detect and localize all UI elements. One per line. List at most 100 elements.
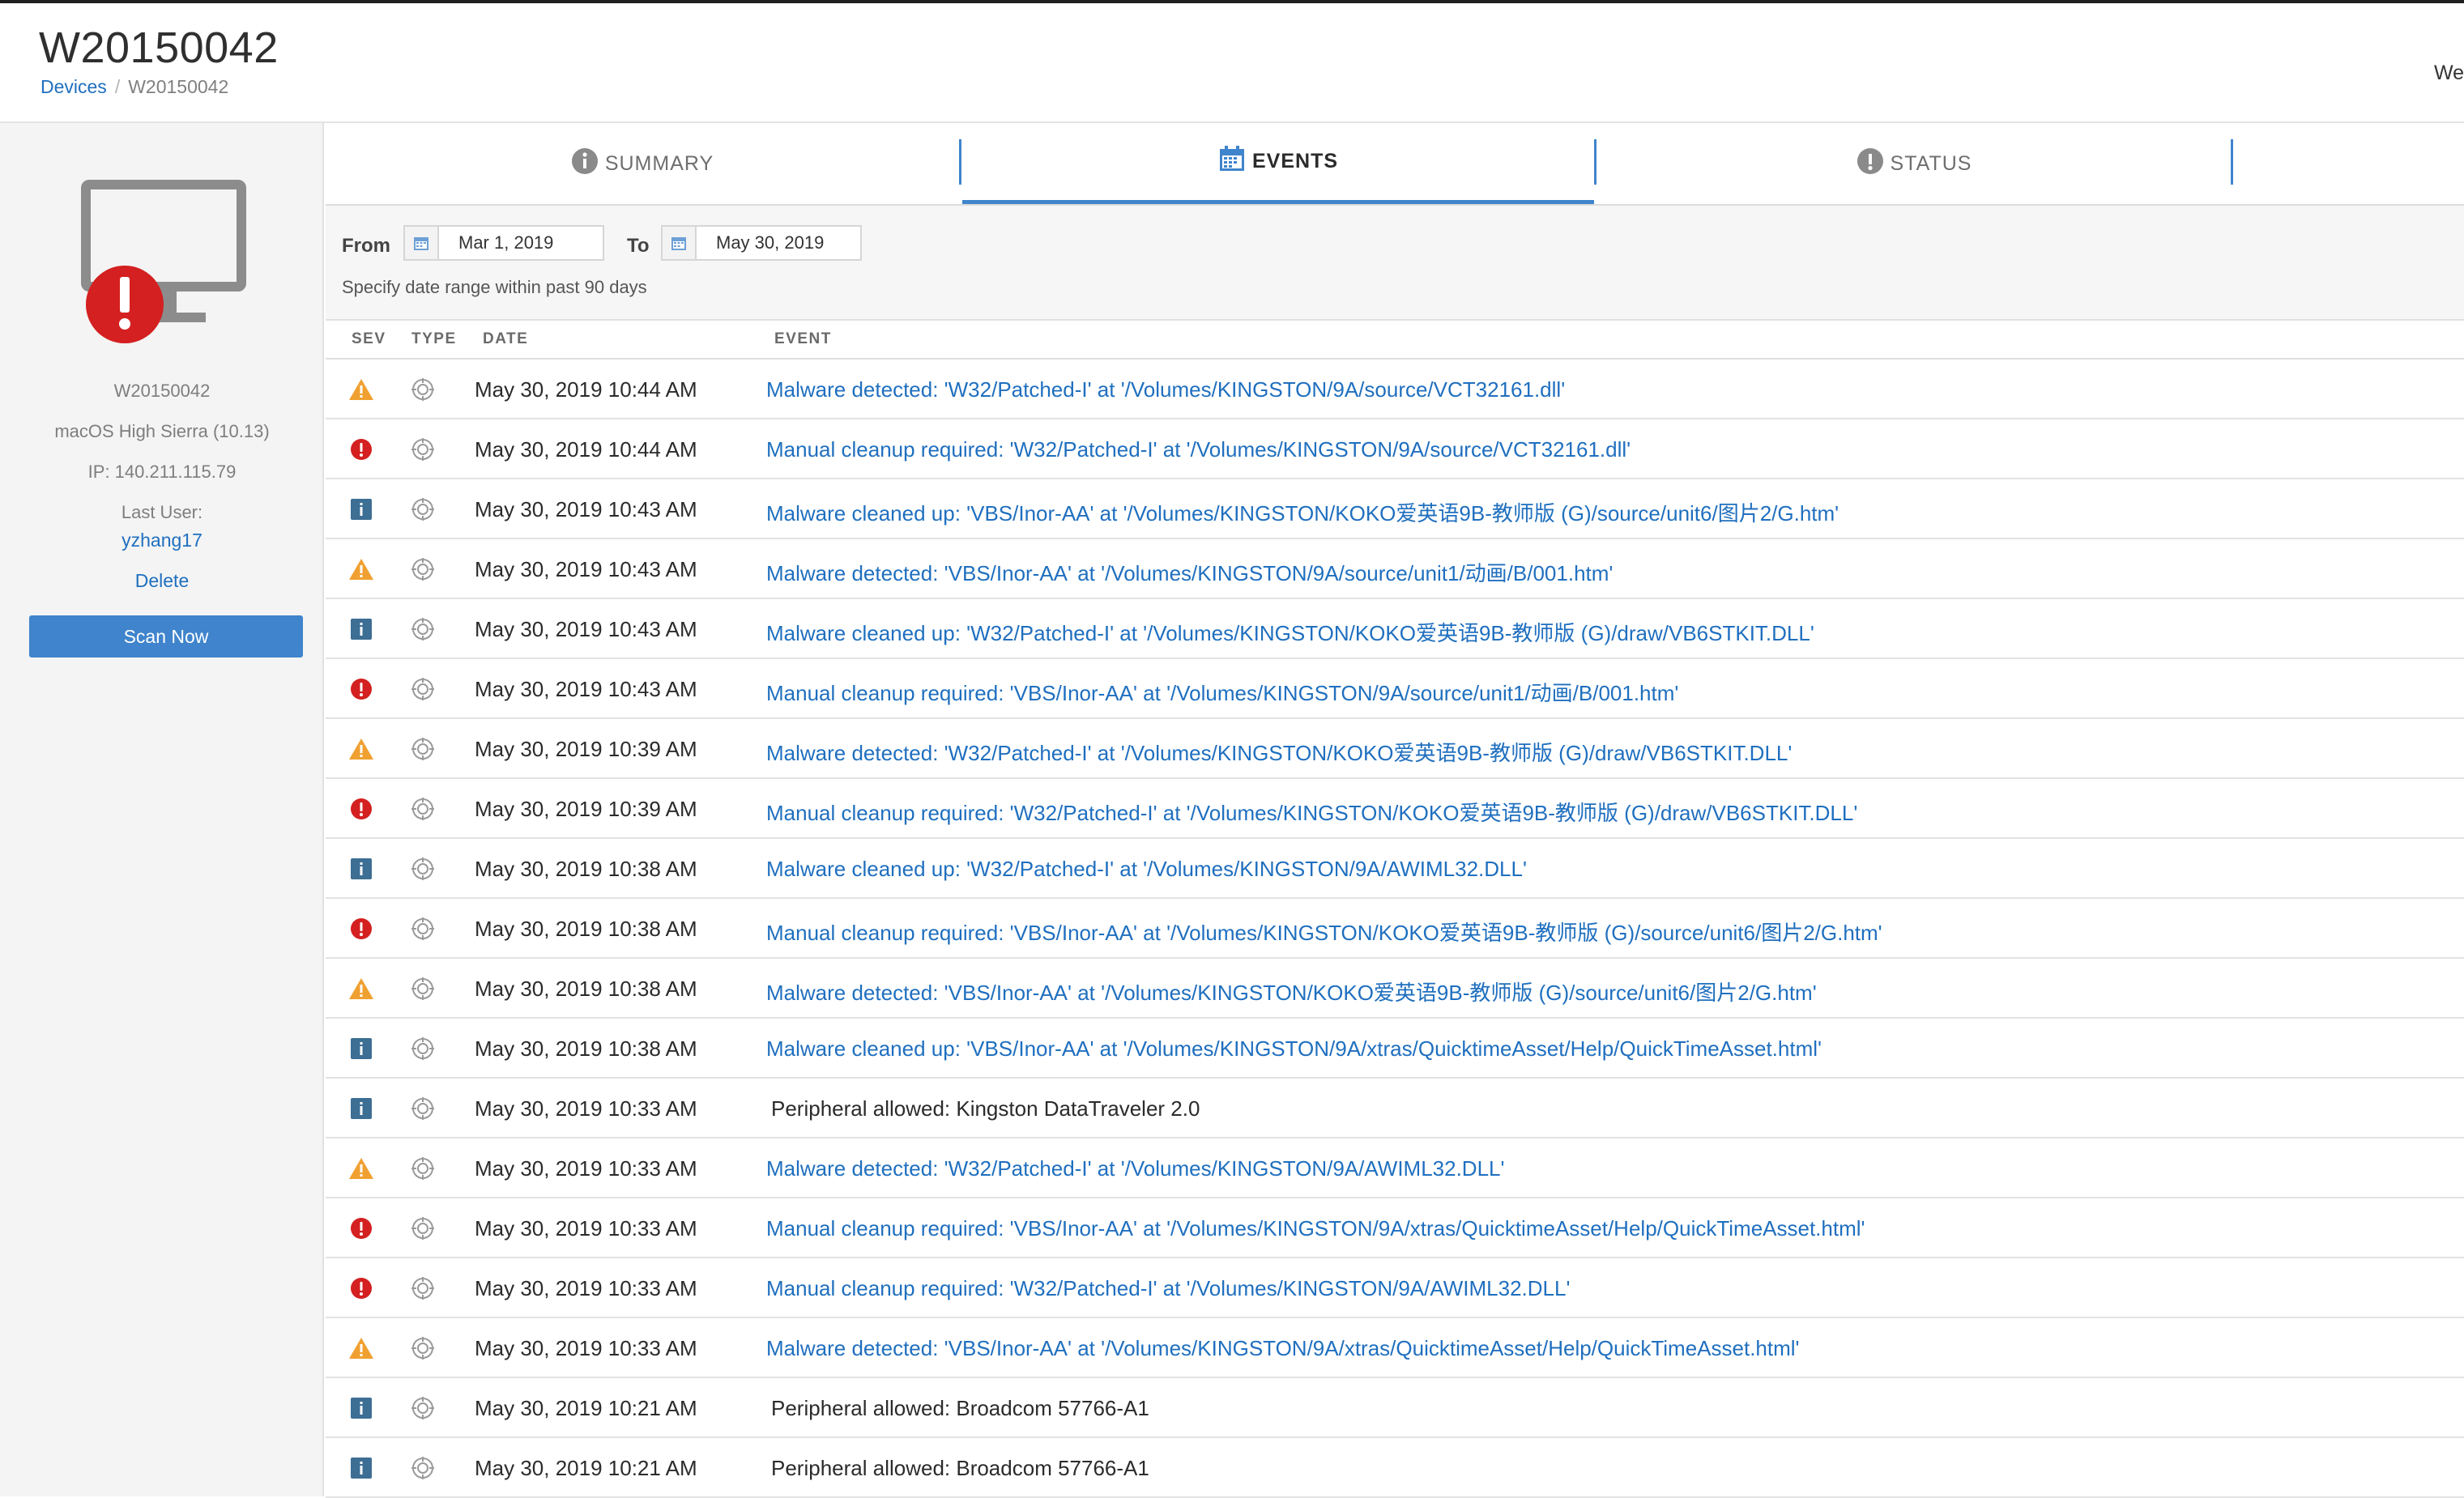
target-icon: [410, 436, 436, 462]
table-row: May 30, 2019 10:33 AM Malware detected: '…: [326, 1318, 2464, 1378]
event-link[interactable]: Manual cleanup required: 'VBS/Inor-AA' a…: [766, 677, 1678, 707]
error-circle-icon: [348, 798, 374, 820]
event-date: May 30, 2019 10:38 AM: [475, 1036, 697, 1061]
tab-divider: [1594, 139, 1596, 185]
last-user-label: Last User:: [121, 502, 203, 522]
scan-now-button[interactable]: Scan Now: [29, 615, 303, 658]
tab-bar: SUMMARY EVENTS STATUS: [326, 123, 2464, 206]
table-row: May 30, 2019 10:38 AM Manual cleanup requ…: [326, 899, 2464, 959]
event-date: May 30, 2019 10:38 AM: [475, 977, 697, 1001]
from-date-input[interactable]: [437, 225, 604, 261]
event-date: May 30, 2019 10:33 AM: [475, 1276, 697, 1300]
event-link[interactable]: Manual cleanup required: 'VBS/Inor-AA' a…: [766, 1216, 1865, 1241]
tab-events-label: EVENTS: [1251, 150, 1339, 172]
calendar-icon: [414, 237, 428, 250]
to-date-input[interactable]: [695, 225, 862, 261]
breadcrumb-separator: /: [114, 76, 121, 97]
table-row: May 30, 2019 10:38 AM Malware cleaned up:…: [326, 839, 2464, 899]
events-table: May 30, 2019 10:44 AM Malware detected: '…: [326, 360, 2464, 1498]
device-name: W20150042: [113, 381, 211, 401]
info-icon: [571, 147, 605, 181]
table-row: May 30, 2019 10:44 AM Manual cleanup requ…: [326, 419, 2464, 479]
error-circle-icon: [348, 678, 374, 700]
header-user-menu[interactable]: We: [2434, 62, 2464, 85]
page-title: W20150042: [39, 23, 279, 72]
table-row: May 30, 2019 10:38 AM Malware detected: '…: [326, 959, 2464, 1019]
event-link[interactable]: Malware cleaned up: 'VBS/Inor-AA' at '/V…: [766, 497, 1839, 527]
event-date: May 30, 2019 10:38 AM: [475, 917, 697, 941]
event-link[interactable]: Malware detected: 'W32/Patched-I' at '/V…: [766, 377, 1565, 402]
info-square-icon: [348, 858, 374, 880]
event-link[interactable]: Malware detected: 'W32/Patched-I' at '/V…: [766, 737, 1792, 767]
table-row: May 30, 2019 10:21 AM Peripheral allowed:…: [326, 1438, 2464, 1498]
device-ip: IP: 140.211.115.79: [87, 462, 237, 482]
event-date: May 30, 2019 10:21 AM: [475, 1456, 697, 1480]
info-square-icon: [348, 1097, 374, 1120]
event-link[interactable]: Manual cleanup required: 'W32/Patched-I'…: [766, 797, 1857, 827]
to-calendar-button[interactable]: [661, 225, 697, 261]
table-row: May 30, 2019 10:39 AM Manual cleanup requ…: [326, 779, 2464, 839]
target-icon: [410, 1395, 436, 1421]
event-link[interactable]: Malware detected: 'VBS/Inor-AA' at '/Vol…: [766, 557, 1613, 587]
event-date: May 30, 2019 10:33 AM: [475, 1156, 697, 1181]
event-link[interactable]: Malware detected: 'VBS/Inor-AA' at '/Vol…: [766, 1336, 1800, 1361]
target-icon: [410, 916, 436, 942]
error-circle-icon: [348, 1277, 374, 1300]
date-range-hint: Specify date range within past 90 days: [342, 277, 647, 297]
calendar-icon: [671, 237, 686, 250]
delete-device-link[interactable]: Delete: [0, 570, 324, 592]
from-label: From: [342, 235, 390, 257]
target-icon: [410, 377, 436, 402]
breadcrumb: Devices / W20150042: [40, 76, 228, 98]
tab-divider: [2231, 139, 2233, 185]
table-row: May 30, 2019 10:21 AM Peripheral allowed:…: [326, 1378, 2464, 1438]
breadcrumb-current: W20150042: [128, 76, 229, 97]
event-link[interactable]: Malware detected: 'W32/Patched-I' at '/V…: [766, 1156, 1504, 1181]
tab-status[interactable]: STATUS: [1597, 123, 2231, 204]
event-link[interactable]: Malware cleaned up: 'W32/Patched-I' at '…: [766, 617, 1814, 647]
target-icon: [410, 496, 436, 522]
target-icon: [410, 676, 436, 702]
page-header: W20150042 Devices / W20150042 We: [0, 3, 2464, 123]
table-row: May 30, 2019 10:43 AM Malware cleaned up:…: [326, 599, 2464, 659]
event-date: May 30, 2019 10:39 AM: [475, 737, 697, 761]
event-date: May 30, 2019 10:33 AM: [475, 1096, 697, 1121]
warning-triangle-icon: [348, 738, 374, 760]
event-link[interactable]: Manual cleanup required: 'W32/Patched-I'…: [766, 1276, 1570, 1301]
target-icon: [410, 1275, 436, 1301]
event-link[interactable]: Malware detected: 'VBS/Inor-AA' at '/Vol…: [766, 977, 1817, 1006]
table-row: May 30, 2019 10:33 AM Manual cleanup requ…: [326, 1258, 2464, 1318]
computer-alert-icon: [81, 180, 246, 351]
warning-triangle-icon: [348, 378, 374, 401]
target-icon: [410, 1335, 436, 1361]
event-date: May 30, 2019 10:43 AM: [475, 557, 697, 581]
info-square-icon: [348, 1397, 374, 1419]
event-text: Peripheral allowed: Kingston DataTravele…: [771, 1096, 1200, 1121]
table-row: May 30, 2019 10:33 AM Peripheral allowed:…: [326, 1079, 2464, 1138]
table-row: May 30, 2019 10:33 AM Malware detected: '…: [326, 1138, 2464, 1198]
table-row: May 30, 2019 10:43 AM Malware cleaned up:…: [326, 479, 2464, 539]
event-link[interactable]: Malware cleaned up: 'VBS/Inor-AA' at '/V…: [766, 1036, 1822, 1062]
target-icon: [410, 856, 436, 882]
warning-triangle-icon: [348, 1337, 374, 1360]
target-icon: [410, 1155, 436, 1181]
event-text: Peripheral allowed: Broadcom 57766-A1: [771, 1456, 1149, 1480]
event-link[interactable]: Malware cleaned up: 'W32/Patched-I' at '…: [766, 857, 1527, 882]
tab-summary[interactable]: SUMMARY: [326, 123, 959, 204]
warning-triangle-icon: [348, 558, 374, 581]
error-circle-icon: [348, 438, 374, 461]
last-user-link[interactable]: yzhang17: [0, 530, 324, 551]
tab-status-label: STATUS: [1890, 151, 1972, 175]
from-calendar-button[interactable]: [403, 225, 439, 261]
error-circle-icon: [348, 1217, 374, 1240]
calendar-icon: [1218, 145, 1252, 178]
warning-triangle-icon: [348, 1157, 374, 1180]
target-icon: [410, 736, 436, 762]
event-date: May 30, 2019 10:43 AM: [475, 677, 697, 701]
event-link[interactable]: Manual cleanup required: 'VBS/Inor-AA' a…: [766, 917, 1882, 947]
breadcrumb-devices-link[interactable]: Devices: [40, 76, 107, 97]
tab-events[interactable]: EVENTS: [962, 123, 1594, 204]
table-header: SEV TYPE DATE EVENT: [326, 321, 2464, 360]
event-link[interactable]: Manual cleanup required: 'W32/Patched-I'…: [766, 437, 1631, 462]
col-date: DATE: [483, 330, 529, 347]
